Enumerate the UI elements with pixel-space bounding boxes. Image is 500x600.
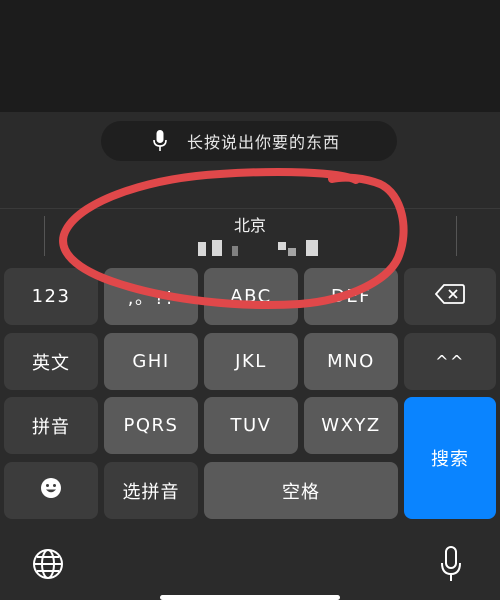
app-content-area [0,0,500,112]
candidate-primary[interactable]: 北京 [150,212,350,236]
emoji-button[interactable] [4,462,98,519]
candidate-secondary-redacted [190,240,330,258]
search-button[interactable]: 搜索 [404,397,496,519]
delete-backward-icon [434,284,465,309]
home-indicator [160,595,340,600]
key-punctuation[interactable]: ,。?! [104,268,198,325]
key-select-pinyin[interactable]: 选拼音 [104,462,198,519]
voice-input-button[interactable]: 长按说出你要的东西 [101,121,397,161]
key-jkl[interactable]: JKL [204,333,298,390]
key-mno[interactable]: MNO [304,333,398,390]
backspace-button[interactable] [404,268,496,325]
globe-icon[interactable] [32,548,64,580]
key-pqrs[interactable]: PQRS [104,397,198,454]
key-pinyin[interactable]: 拼音 [4,397,98,454]
candidate-separator [44,216,45,256]
key-kaomoji[interactable]: ^^ [404,333,496,390]
microphone-icon [153,130,167,152]
key-english[interactable]: 英文 [4,333,98,390]
microphone-icon[interactable] [440,546,462,582]
key-abc[interactable]: ABC [204,268,298,325]
key-wxyz[interactable]: WXYZ [304,397,398,454]
key-def[interactable]: DEF [304,268,398,325]
space-bar[interactable]: 空格 [204,462,398,519]
key-tuv[interactable]: TUV [204,397,298,454]
smiley-icon [40,477,62,504]
voice-input-label: 长按说出你要的东西 [187,133,341,152]
candidate-divider [0,208,500,209]
key-123[interactable]: 123 [4,268,98,325]
candidate-separator [456,216,457,256]
key-ghi[interactable]: GHI [104,333,198,390]
